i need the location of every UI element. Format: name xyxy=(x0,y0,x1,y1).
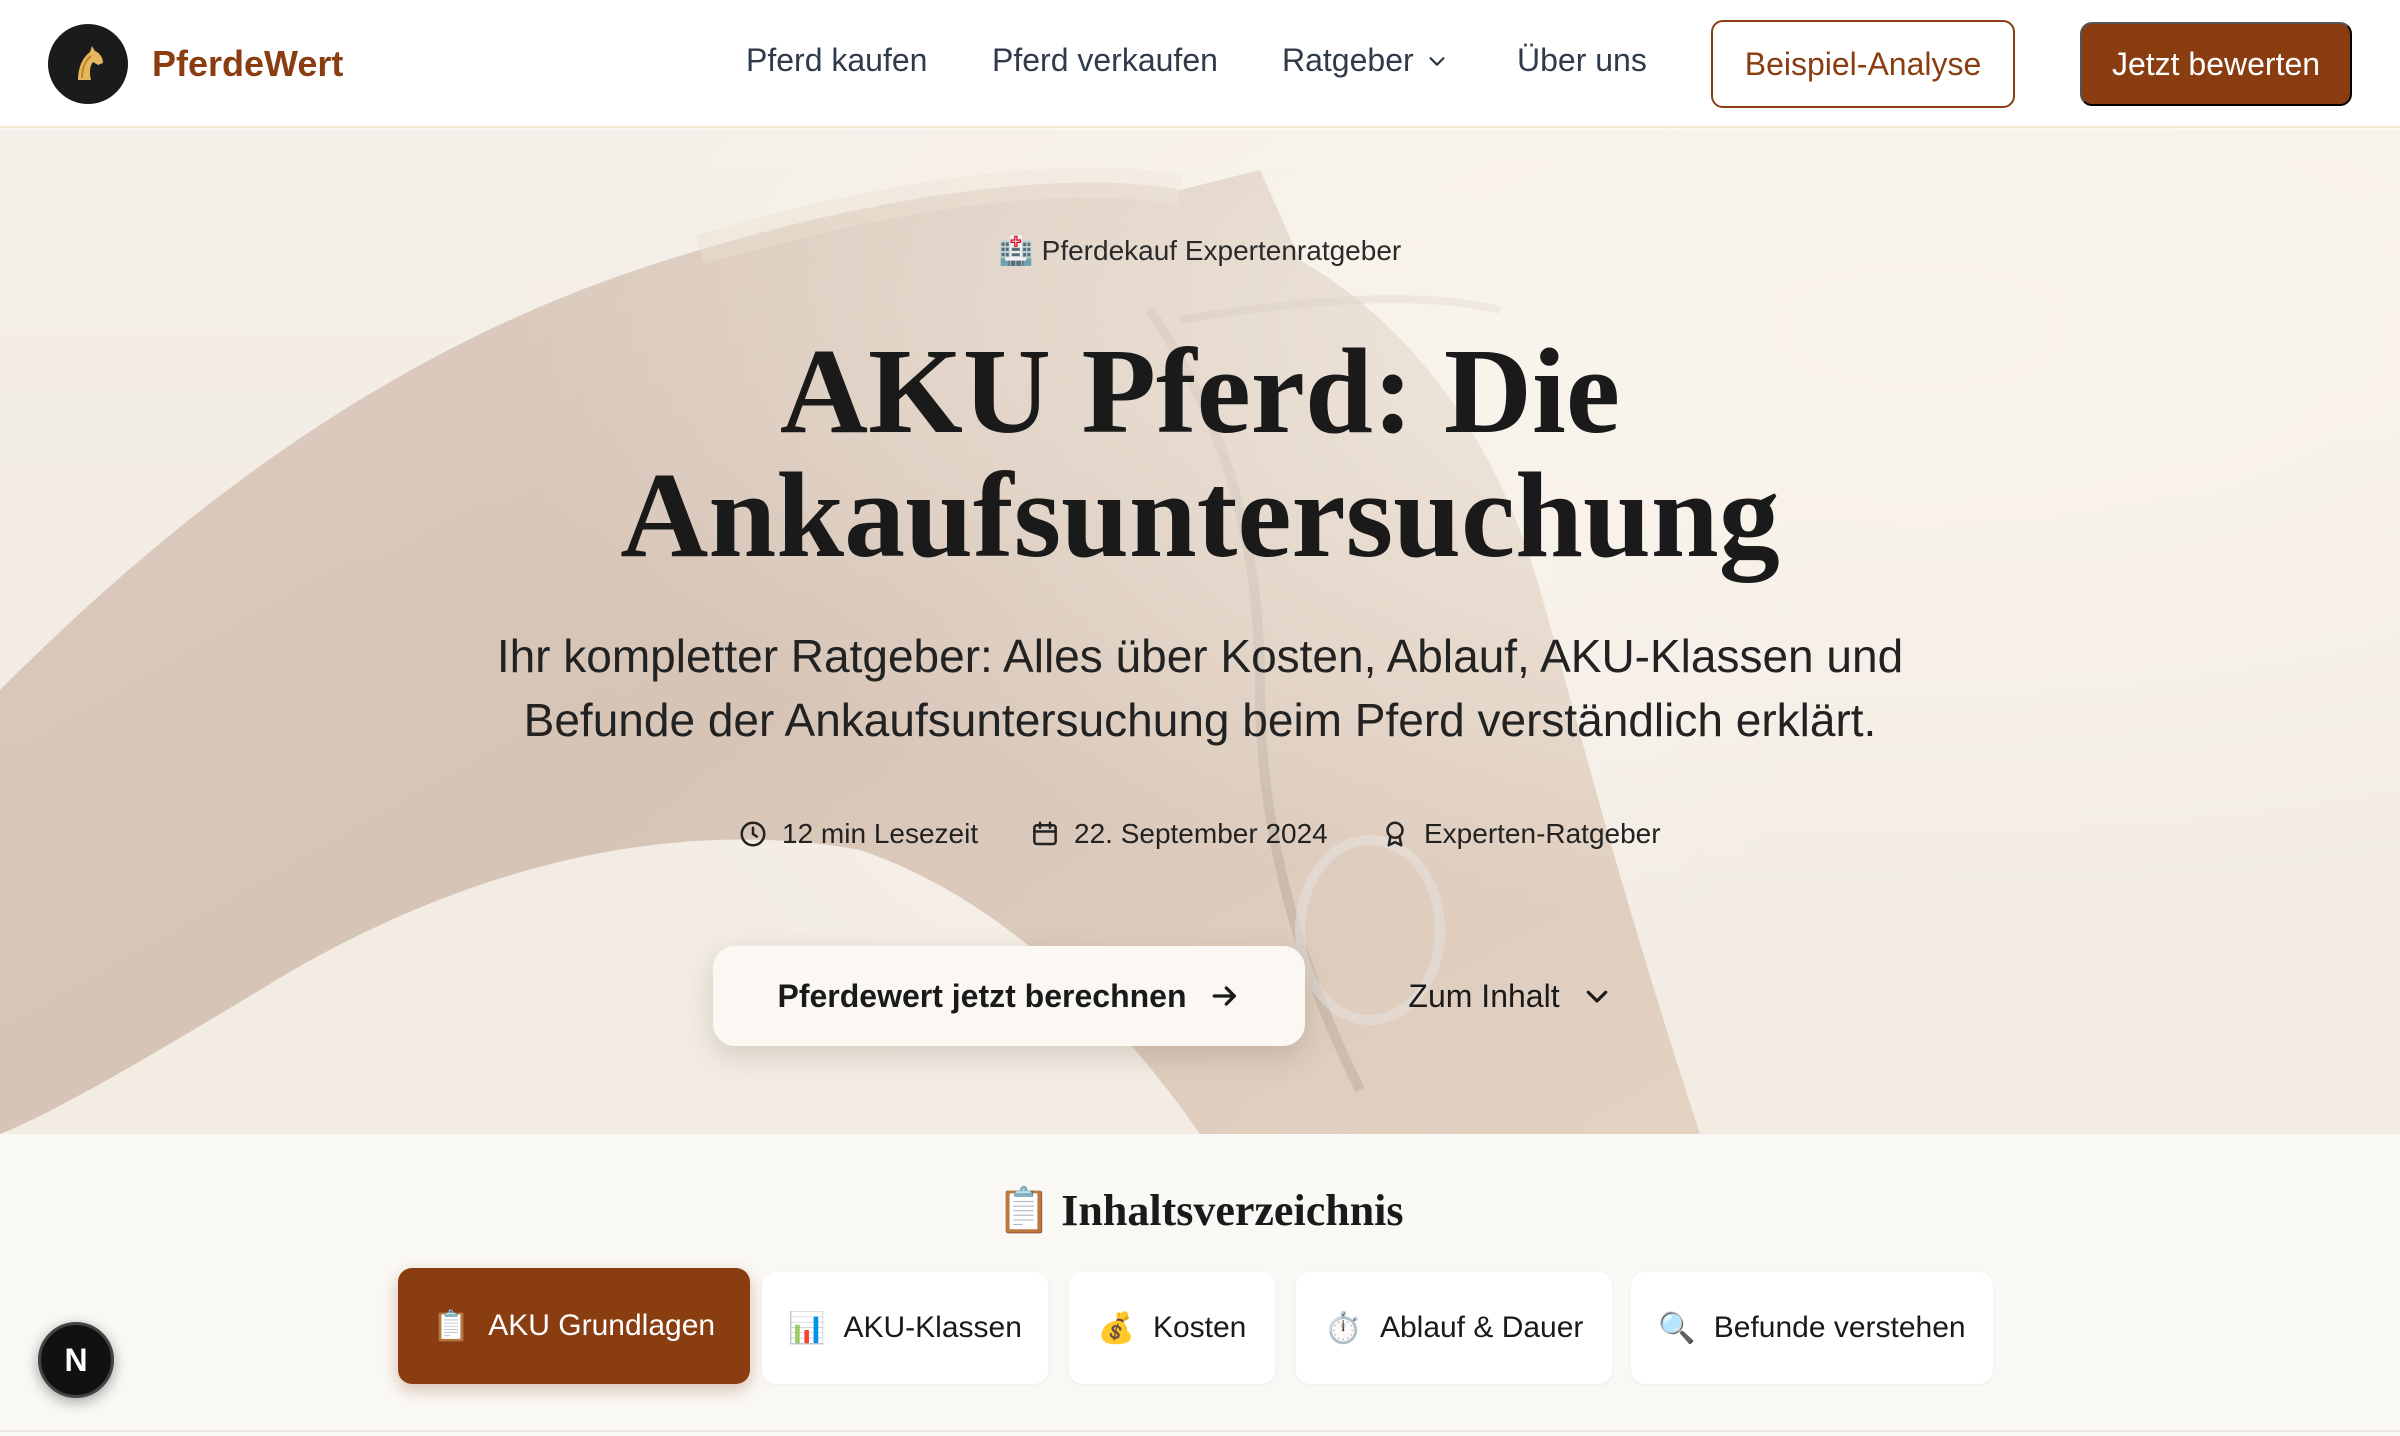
example-analysis-button[interactable]: Beispiel-Analyse xyxy=(1711,20,2015,108)
calculate-value-button[interactable]: Pferdewert jetzt berechnen xyxy=(713,946,1305,1046)
hero-subtitle: Ihr kompletter Ratgeber: Alles über Kost… xyxy=(420,624,1980,752)
bar-chart-icon: 📊 xyxy=(788,1310,826,1346)
horse-head-icon xyxy=(48,24,128,104)
toc-item-label: Ablauf & Dauer xyxy=(1379,1311,1584,1344)
calendar-icon xyxy=(1033,821,1057,846)
brand-name: PferdeWert xyxy=(152,43,344,84)
toc-title: 📋 Inhaltsverzeichnis xyxy=(0,1184,2400,1236)
nav-ueber-uns[interactable]: Über uns xyxy=(1517,42,1647,79)
dev-tools-badge[interactable]: N xyxy=(38,1322,114,1398)
table-of-contents: 📋 Inhaltsverzeichnis 📋 AKU Grundlagen 📊 A… xyxy=(0,1134,2400,1436)
nav-ratgeber[interactable]: Ratgeber xyxy=(1282,42,1448,79)
chevron-down-icon xyxy=(1429,56,1445,66)
toc-title-text: Inhaltsverzeichnis xyxy=(1061,1186,1404,1235)
hero-section: 🏥 Pferdekauf Expertenratgeber AKU Pferd: … xyxy=(0,130,2400,1134)
money-bag-icon: 💰 xyxy=(1097,1310,1135,1346)
toc-item-befunde-verstehen[interactable]: 🔍 Befunde verstehen xyxy=(1631,1272,1993,1384)
to-content-button[interactable]: Zum Inhalt xyxy=(1340,946,1680,1046)
toc-item-aku-grundlagen[interactable]: 📋 AKU Grundlagen xyxy=(398,1268,750,1384)
hospital-icon: 🏥 xyxy=(998,235,1034,266)
nav-label: Über uns xyxy=(1517,42,1647,78)
clipboard-icon: 📋 xyxy=(996,1185,1052,1236)
stopwatch-icon: ⏱️ xyxy=(1324,1310,1362,1346)
chevron-down-icon xyxy=(1586,990,1607,1003)
meta-date: 22. September 2024 xyxy=(1030,818,1328,850)
magnifier-icon: 🔍 xyxy=(1658,1310,1696,1346)
rate-now-button[interactable]: Jetzt bewerten xyxy=(2080,22,2352,106)
meta-badge: Experten-Ratgeber xyxy=(1380,818,1661,850)
date-text: 22. September 2024 xyxy=(1074,818,1328,849)
clipboard-icon: 📋 xyxy=(432,1308,471,1344)
toc-item-label: Befunde verstehen xyxy=(1713,1311,1966,1344)
logo-link[interactable]: PferdeWert xyxy=(48,24,343,104)
award-icon xyxy=(1386,821,1404,847)
clock-icon xyxy=(740,821,766,847)
cta-label: Pferdewert jetzt berechnen xyxy=(777,977,1187,1014)
cta-label: Zum Inhalt xyxy=(1408,977,1560,1014)
site-header: PferdeWert Pferd kaufen Pferd verkaufen … xyxy=(0,0,2400,128)
page-title: AKU Pferd: Die Ankaufsuntersuchung xyxy=(0,330,2400,578)
nav-label: Pferd kaufen xyxy=(746,42,928,78)
toc-item-label: AKU Grundlagen xyxy=(488,1309,716,1342)
meta-reading-time: 12 min Lesezeit xyxy=(738,818,978,850)
section-divider xyxy=(0,1430,2400,1432)
arrow-right-icon xyxy=(1212,986,1236,1006)
nav-label: Ratgeber xyxy=(1282,42,1414,78)
nav-label: Pferd verkaufen xyxy=(992,42,1218,78)
nav-pferd-kaufen[interactable]: Pferd kaufen xyxy=(746,42,927,79)
toc-item-label: Kosten xyxy=(1152,1311,1247,1344)
toc-item-label: AKU-Klassen xyxy=(843,1311,1022,1344)
subtitle-line-2: Befunde der Ankaufsuntersuchung beim Pfe… xyxy=(523,694,1877,746)
toc-item-aku-klassen[interactable]: 📊 AKU-Klassen xyxy=(762,1272,1048,1384)
title-line-2: Ankaufsuntersuchung xyxy=(620,448,1780,583)
eyebrow-text: Pferdekauf Expertenratgeber xyxy=(1041,235,1402,266)
hero-eyebrow: 🏥 Pferdekauf Expertenratgeber xyxy=(0,234,2400,267)
toc-item-kosten[interactable]: 💰 Kosten xyxy=(1069,1272,1275,1384)
nav-pferd-verkaufen[interactable]: Pferd verkaufen xyxy=(992,42,1218,79)
subtitle-line-1: Ihr kompletter Ratgeber: Alles über Kost… xyxy=(496,630,1904,682)
badge-text: Experten-Ratgeber xyxy=(1424,818,1661,849)
reading-time-text: 12 min Lesezeit xyxy=(782,818,979,849)
toc-item-ablauf-dauer[interactable]: ⏱️ Ablauf & Dauer xyxy=(1296,1272,1612,1384)
title-line-1: AKU Pferd: Die xyxy=(779,324,1621,459)
